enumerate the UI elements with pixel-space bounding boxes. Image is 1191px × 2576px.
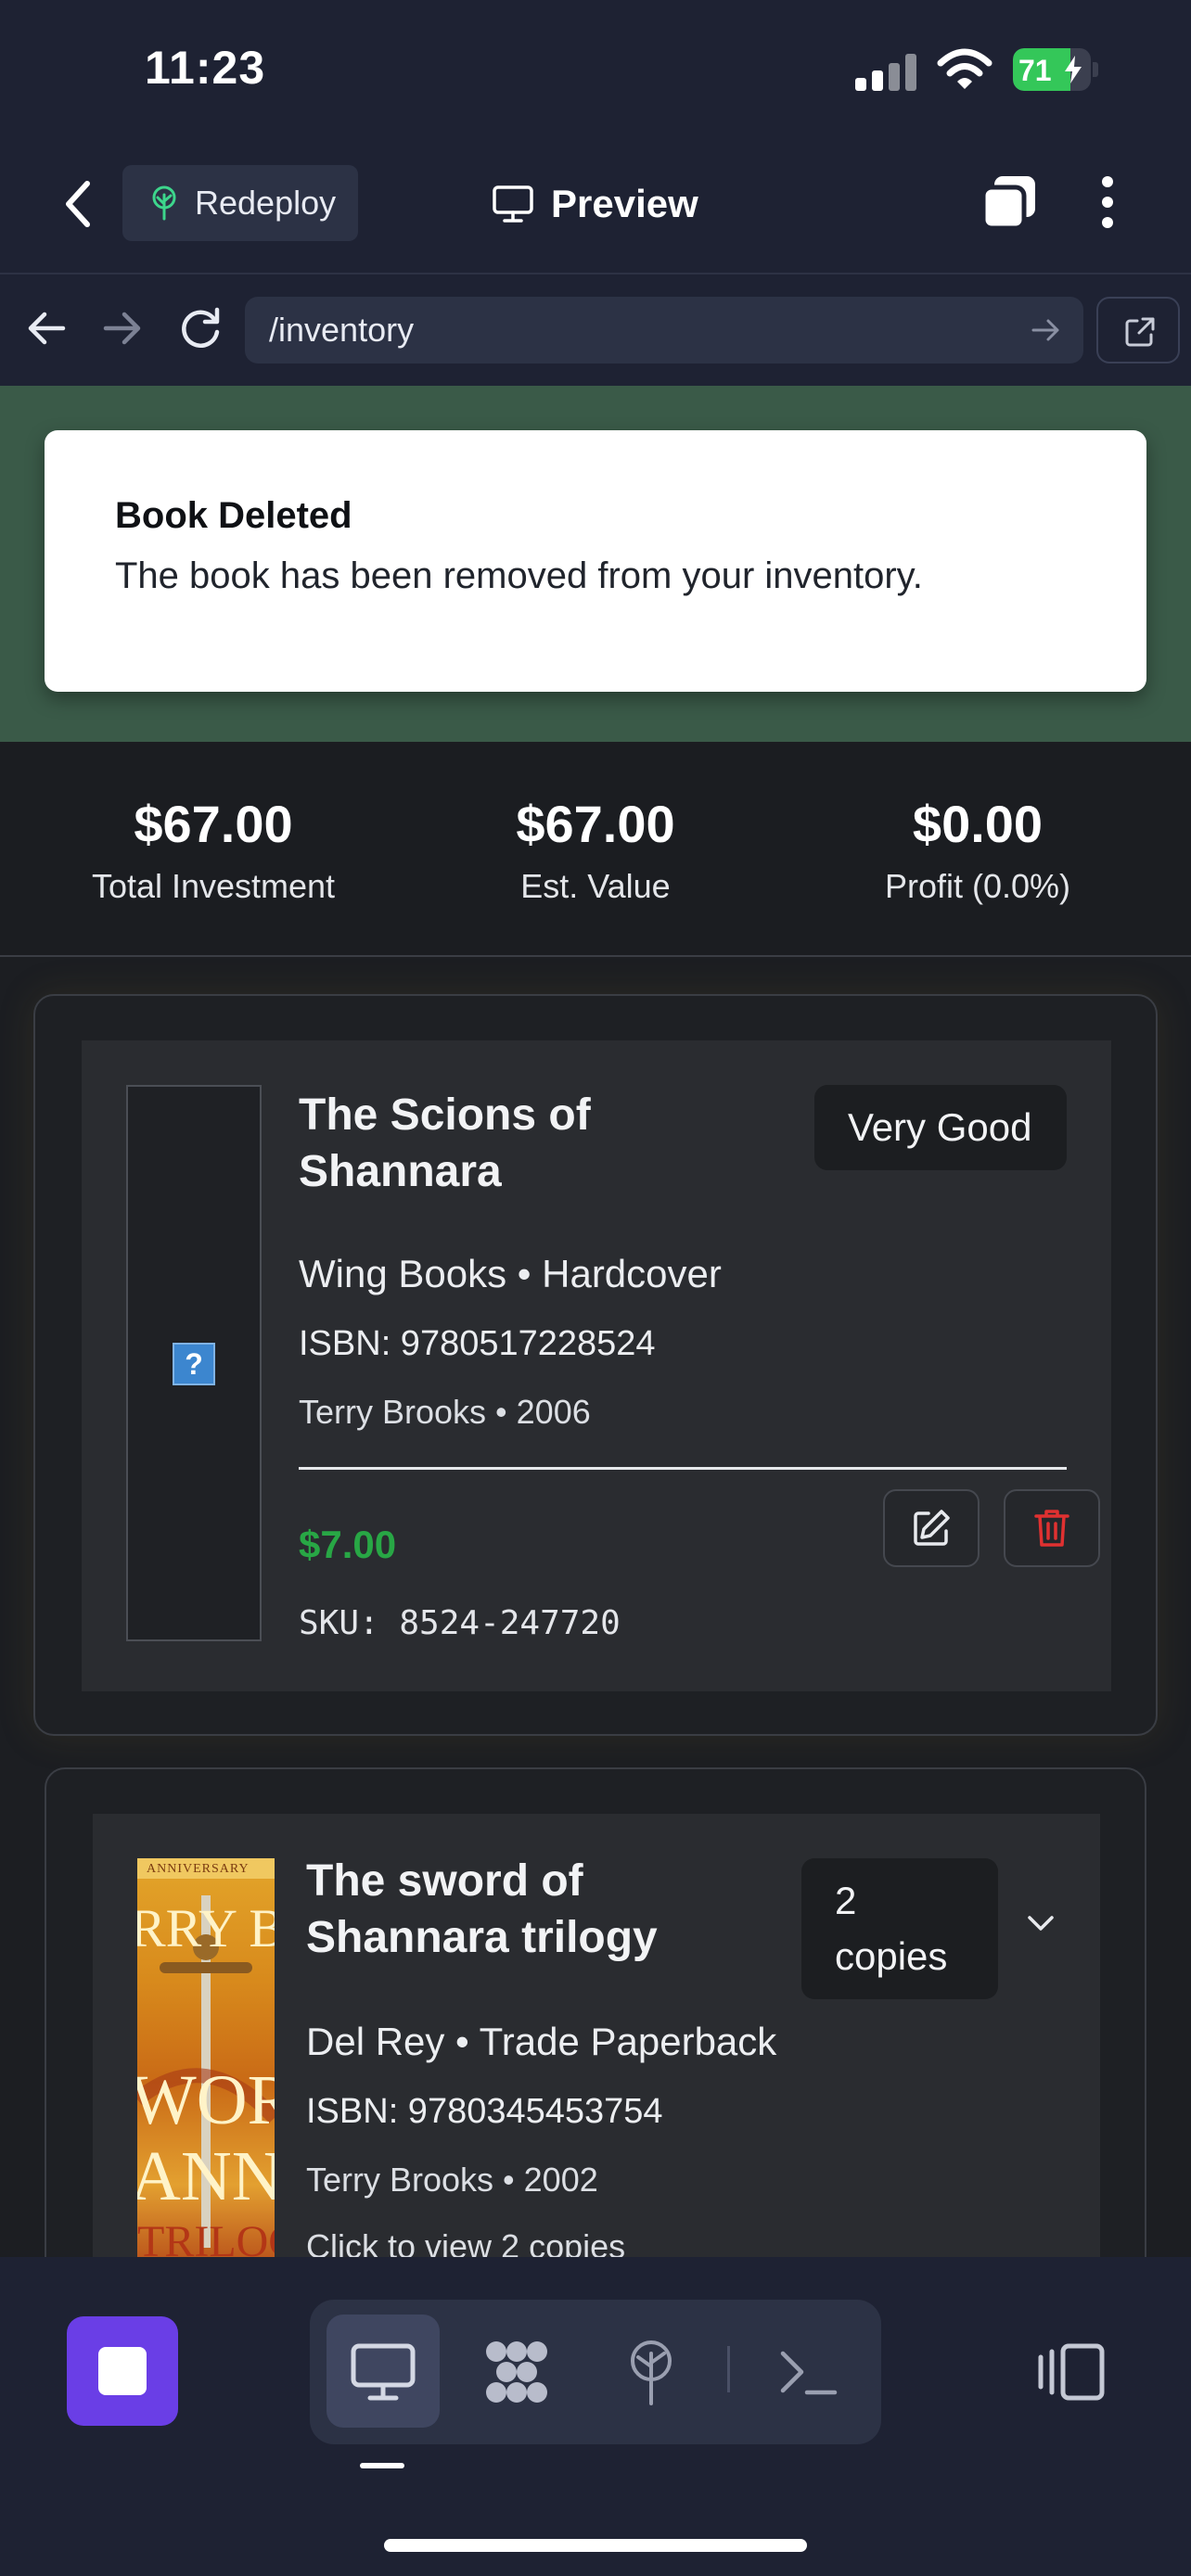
active-tab-indicator <box>360 2463 404 2468</box>
monitor-icon[interactable] <box>348 2337 418 2407</box>
book-cover-placeholder: ? <box>126 1085 262 1641</box>
book-title[interactable]: The sword of Shannara trilogy <box>306 1853 714 1966</box>
book-card-body: ANNIVERSARY RRY BROO WORD ANNA TRILOGY T… <box>93 1814 1100 2257</box>
more-options-icon[interactable] <box>1091 172 1124 232</box>
url-text: /inventory <box>269 311 415 349</box>
cellular-signal-icon <box>855 54 916 91</box>
toast-notification[interactable]: Book Deleted The book has been removed f… <box>45 430 1146 692</box>
battery-level: 71 <box>1018 54 1052 87</box>
book-card-body: ? The Scions of Shannara Very Good Wing … <box>82 1040 1111 1691</box>
stat-total-investment: $67.00 Total Investment <box>19 794 408 906</box>
open-external-button[interactable] <box>1096 297 1180 363</box>
stat-value: $0.00 <box>912 795 1044 853</box>
condition-badge: Very Good <box>814 1085 1067 1170</box>
cover-text: RRY BROO <box>137 1898 275 1958</box>
stat-value: $67.00 <box>134 795 293 853</box>
delete-button[interactable] <box>1004 1489 1100 1567</box>
stop-icon <box>98 2347 147 2395</box>
tree-icon <box>152 185 176 221</box>
book-cover-image: ANNIVERSARY RRY BROO WORD ANNA TRILOGY <box>137 1858 275 2257</box>
preview-tab[interactable]: Preview <box>492 176 698 232</box>
cover-text: WORD <box>137 2061 275 2139</box>
reload-icon[interactable] <box>174 302 226 354</box>
browser-back-icon[interactable] <box>20 302 72 354</box>
toast-title: Book Deleted <box>115 495 352 536</box>
redeploy-label: Redeploy <box>195 184 337 222</box>
chevron-down-icon[interactable] <box>1026 1914 1056 1934</box>
monitor-icon <box>493 185 533 223</box>
tab-divider <box>727 2346 730 2392</box>
charging-bolt-icon <box>1065 56 1082 83</box>
toast-message: The book has been removed from your inve… <box>115 555 923 596</box>
go-arrow-icon[interactable] <box>1028 312 1065 349</box>
web-preview: Book Deleted The book has been removed f… <box>0 386 1191 2257</box>
workflow-icon[interactable] <box>481 2337 552 2407</box>
book-author-year: Terry Brooks • 2002 <box>306 2161 598 2199</box>
book-sku: SKU: 8524-247720 <box>299 1604 621 1642</box>
cover-text: ANNA <box>137 2137 275 2215</box>
side-panel-icon[interactable] <box>1035 2342 1106 2402</box>
book-isbn: ISBN: 9780517228524 <box>299 1324 656 1363</box>
cover-text: ANNIVERSARY <box>147 1862 250 1876</box>
browser-forward-icon[interactable] <box>96 302 148 354</box>
redeploy-button[interactable]: Redeploy <box>122 165 358 241</box>
inventory-stats: $67.00 Total Investment $67.00 Est. Valu… <box>0 742 1191 957</box>
book-card[interactable]: ? The Scions of Shannara Very Good Wing … <box>33 994 1158 1736</box>
terminal-icon[interactable] <box>774 2337 844 2407</box>
status-time: 11:23 <box>145 42 266 94</box>
stat-est-value: $67.00 Est. Value <box>401 794 790 906</box>
back-chevron-icon[interactable] <box>58 176 98 232</box>
book-publisher-format: Del Rey • Trade Paperback <box>306 2020 777 2063</box>
external-link-icon <box>1125 317 1155 347</box>
preview-label: Preview <box>551 182 698 225</box>
windows-icon[interactable] <box>980 172 1039 232</box>
battery-icon: 71 <box>1013 48 1098 91</box>
book-card[interactable]: ANNIVERSARY RRY BROO WORD ANNA TRILOGY T… <box>45 1767 1146 2257</box>
stat-value: $67.00 <box>516 795 675 853</box>
book-publisher-format: Wing Books • Hardcover <box>299 1252 722 1295</box>
missing-image-icon: ? <box>173 1343 215 1385</box>
stat-profit: $0.00 Profit (0.0%) <box>783 794 1172 906</box>
book-isbn: ISBN: 9780345453754 <box>306 2092 663 2131</box>
book-title[interactable]: The Scions of Shannara <box>299 1087 707 1200</box>
edit-button[interactable] <box>883 1489 980 1567</box>
cover-text: TRILOGY <box>137 2217 275 2257</box>
deploy-icon[interactable] <box>616 2337 686 2407</box>
copies-badge: 2 copies <box>801 1858 998 1999</box>
stat-label: Est. Value <box>520 867 671 905</box>
toast-region: Book Deleted The book has been removed f… <box>0 386 1191 742</box>
edit-icon <box>914 1510 950 1546</box>
stop-button[interactable] <box>67 2316 178 2426</box>
card-divider <box>299 1467 1067 1470</box>
trash-icon <box>1034 1510 1069 1547</box>
stat-label: Total Investment <box>91 867 336 905</box>
book-price: $7.00 <box>299 1523 397 1566</box>
stat-label: Profit (0.0%) <box>884 867 1071 905</box>
book-author-year: Terry Brooks • 2006 <box>299 1393 591 1431</box>
wifi-icon <box>937 48 992 89</box>
view-copies-link[interactable]: Click to view 2 copies <box>306 2227 625 2257</box>
url-field[interactable]: /inventory <box>245 297 1083 363</box>
home-indicator <box>384 2539 807 2552</box>
